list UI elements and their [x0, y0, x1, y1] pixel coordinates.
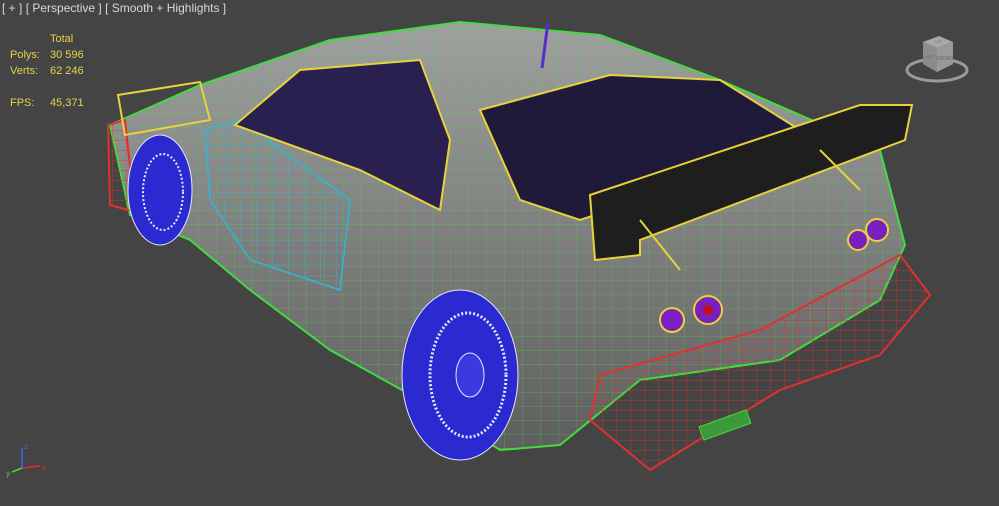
viewcube-front-face[interactable]: FRONT	[936, 56, 953, 62]
viewport-label-menu: [ + ] [ Perspective ] [ Smooth + Highlig…	[2, 1, 226, 15]
fps-value: 45,371	[50, 97, 84, 109]
car-wireframe-model[interactable]	[0, 0, 999, 506]
perspective-viewport[interactable]: [ + ] [ Perspective ] [ Smooth + Highlig…	[0, 0, 999, 506]
polys-label: Polys:	[10, 49, 40, 61]
viewport-plus-menu[interactable]: [ + ]	[2, 1, 22, 15]
taillight	[865, 218, 889, 242]
viewcube-left-face[interactable]: LEFT	[925, 54, 935, 59]
verts-value: 62 246	[50, 65, 84, 77]
viewport-point-of-view-menu[interactable]: [ Perspective ]	[26, 1, 102, 15]
viewport-shading-menu[interactable]: [ Smooth + Highlights ]	[105, 1, 226, 15]
stats-header: Total	[50, 33, 74, 45]
taillight	[847, 229, 869, 251]
viewcube-top-face[interactable]: TOP	[934, 39, 942, 44]
statistics-overlay: Total Polys: 30 596 Verts: 62 246 FPS: 45,3…	[10, 31, 84, 111]
polys-value: 30 596	[50, 49, 84, 61]
y-axis-label: y	[6, 469, 10, 478]
axis-tripod-icon: x y z	[6, 442, 46, 478]
z-axis-label: z	[24, 442, 28, 451]
x-axis-label: x	[42, 463, 46, 472]
fps-label: FPS:	[10, 97, 35, 109]
taillight	[659, 307, 685, 333]
verts-label: Verts:	[10, 65, 39, 77]
viewcube[interactable]: FRONT LEFT TOP	[905, 28, 969, 84]
